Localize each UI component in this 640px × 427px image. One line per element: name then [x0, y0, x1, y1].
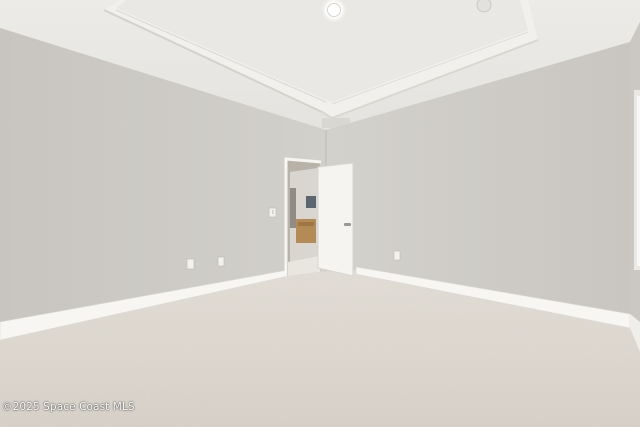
- copyright-watermark: ©2025 Space Coast MLS: [2, 401, 135, 413]
- hallway-window: [290, 188, 296, 228]
- recessed-light: [327, 3, 341, 17]
- open-door[interactable]: [317, 162, 354, 277]
- room-photo: ©2025 Space Coast MLS: [0, 0, 640, 427]
- wall-outlet: [186, 258, 195, 270]
- room-illustration: [0, 0, 640, 427]
- door-handle[interactable]: [344, 223, 351, 226]
- smoke-detector: [476, 0, 492, 13]
- distant-picture: [306, 196, 316, 208]
- wall-outlet: [217, 256, 225, 267]
- wall-outlet: [393, 250, 401, 261]
